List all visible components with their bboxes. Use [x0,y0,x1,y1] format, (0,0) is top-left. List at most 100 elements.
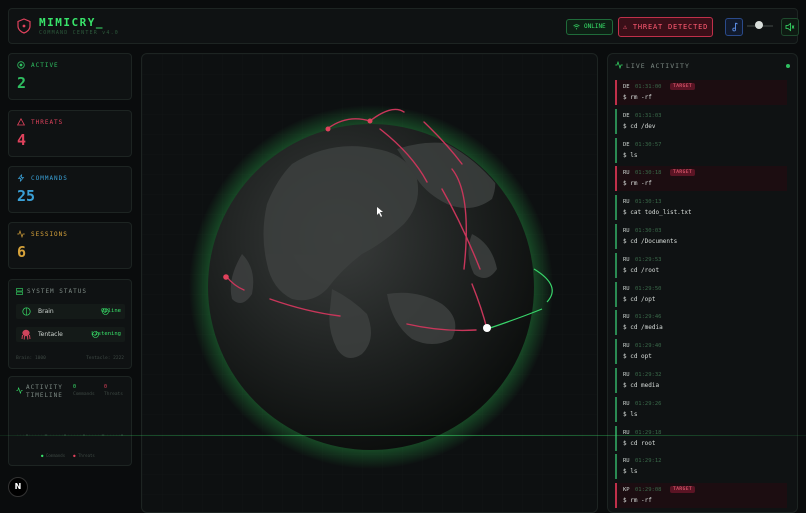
activity-item[interactable]: DE 01:31:03 $ cd /dev [615,108,787,134]
activity-country: KP [623,487,630,494]
commands-count-label: Commands [73,392,95,397]
brain-port: Brain: 1000 [16,356,46,361]
system-status-panel: SYSTEM STATUS Brain Online Tentacle List… [8,279,132,369]
activity-country: RU [623,170,630,177]
system-status-title: SYSTEM STATUS [27,288,87,295]
timeline-legend: ● Commands ● Threats [41,453,95,458]
timeline-title-line: TIMELINE [26,392,63,399]
timeline-chart [17,434,125,436]
threat-detected-button[interactable]: ⚠ THREAT DETECTED [618,17,713,37]
activity-command: $ rm -rf [623,180,652,188]
activity-item[interactable]: RU 01:30:13 $ cat todo_list.txt [615,195,787,221]
activity-time: 01:29:40 [635,343,662,350]
activity-time: 01:29:08 [635,487,662,494]
wifi-icon [573,24,580,30]
stat-card-commands: COMMANDS 25 [8,166,132,213]
app-badge-button[interactable]: N [8,477,28,497]
activity-item[interactable]: RU 01:29:40 $ cd opt [615,339,787,365]
legend-commands: ● Commands [41,453,66,458]
threat-marker[interactable] [223,274,229,280]
activity-item[interactable]: DE 01:30:57 $ ls [615,137,787,163]
activity-command: $ ls [623,151,638,159]
activity-country: RU [623,343,630,350]
activity-command: $ cd /Documents [623,238,678,245]
activity-item[interactable]: KP 01:29:08 TARGET $ rm -rf [615,483,787,509]
online-label: ONLINE [584,23,606,30]
stat-value: 2 [17,74,27,92]
activity-command: $ cd /dev [623,122,656,130]
threat-marker[interactable] [325,126,331,132]
activity-icon [17,230,25,238]
activity-item[interactable]: RU 01:29:50 $ cd /opt [615,281,787,307]
activity-country: DE [623,84,630,90]
activity-country: RU [623,256,630,263]
activity-item[interactable]: RU 01:29:18 $ cd root [615,425,787,451]
threats-count: 0 [104,384,108,390]
sound-toggle-button[interactable] [781,18,799,36]
volume-slider-handle[interactable] [755,21,763,29]
activity-icon [16,387,23,394]
activity-country: RU [623,372,630,378]
stat-label: THREATS [31,119,64,126]
activity-time: 01:30:03 [635,228,662,234]
activity-time: 01:29:46 [635,314,662,321]
stat-label: COMMANDS [31,175,68,182]
target-icon [17,61,25,69]
activity-command: $ cd media [623,382,660,389]
activity-time: 01:30:57 [635,141,662,148]
activity-country: DE [623,141,630,148]
status-name: Tentacle [38,331,63,338]
activity-item[interactable]: DE 01:31:00 TARGET $ rm -rf [615,80,787,105]
activity-time: 01:29:32 [635,372,662,378]
activity-item[interactable]: RU 01:29:46 $ cd /media [615,310,787,336]
activity-command: $ rm -rf [623,94,652,101]
activity-item[interactable]: RU 01:30:03 $ cd /Documents [615,224,787,249]
octopus-icon [21,329,31,340]
activity-command: $ rm -rf [623,497,652,505]
activity-item[interactable]: RU 01:29:12 $ ls [615,454,787,480]
activity-country: RU [623,228,630,234]
activity-time: 01:31:00 [635,84,662,90]
activity-command: $ cd /media [623,324,663,332]
activity-time: 01:29:50 [635,285,662,292]
activity-item[interactable]: RU 01:29:32 $ cd media [615,368,787,393]
target-badge: TARGET [670,83,696,90]
threat-marker[interactable] [367,118,373,124]
music-note-icon [732,22,738,32]
status-row-tentacle: Tentacle Listening [16,327,125,342]
brand-title: MIMICRY_ [39,16,104,29]
legend-threats: ● Threats [73,453,95,458]
server-icon [16,288,23,295]
activity-country: RU [623,400,630,407]
home-location-marker[interactable] [483,324,491,332]
top-header-bar: MIMICRY_ COMMAND CENTER v4.0 ONLINE ⚠ TH… [8,8,799,44]
activity-command: $ cd /root [623,266,660,274]
activity-time: 01:29:26 [635,400,662,407]
activity-time: 01:30:13 [635,199,662,206]
stat-card-sessions: SESSIONS 6 [8,222,132,269]
stat-label: SESSIONS [31,231,68,238]
activity-country: RU [623,285,630,292]
activity-icon [615,61,623,69]
zap-icon [17,174,25,182]
globe-view[interactable] [142,54,598,513]
live-indicator-dot [786,64,790,68]
scan-line [0,435,806,436]
status-value: Listening [91,331,121,337]
activity-item[interactable]: RU 01:29:53 $ cd /root [615,252,787,278]
shield-icon [17,18,31,34]
stat-label: ACTIVE [31,62,59,69]
activity-country: RU [623,458,630,465]
globe-map-panel[interactable] [141,53,598,513]
activity-item[interactable]: RU 01:29:26 $ ls [615,396,787,422]
commands-count: 0 [73,384,77,390]
music-button[interactable] [725,18,743,36]
legend-label: Commands [45,453,66,458]
threats-count-label: Threats [104,392,123,397]
activity-item[interactable]: RU 01:30:18 TARGET $ rm -rf [615,166,787,192]
stat-card-threats: THREATS 4 [8,110,132,157]
live-activity-panel: LIVE ACTIVITY DE 01:31:00 TARGET $ rm -rf DE… [607,53,798,513]
activity-time: 01:29:12 [635,458,662,465]
live-activity-title: LIVE ACTIVITY [626,62,690,70]
stat-value: 25 [17,187,36,205]
